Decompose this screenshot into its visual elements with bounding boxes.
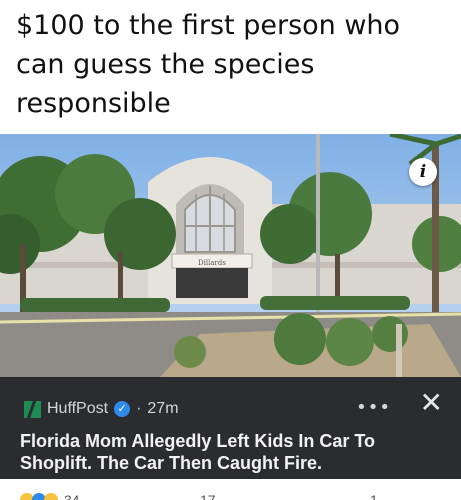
huffpost-logo-icon <box>24 400 41 418</box>
post-caption: $100 to the first person who can guess t… <box>16 10 401 119</box>
share-count[interactable]: 1 <box>370 492 378 500</box>
post-age: 27m <box>147 400 179 417</box>
more-options-icon[interactable]: ••• <box>356 397 391 418</box>
news-photo[interactable]: Dillards i <box>0 134 461 377</box>
source-name: HuffPost <box>47 400 109 417</box>
headline[interactable]: Florida Mom Allegedly Left Kids In Car T… <box>20 430 440 474</box>
reaction-count[interactable]: 34 <box>64 492 80 500</box>
source-row: HuffPost ✓ · 27m <box>24 399 179 419</box>
wow-reaction-icon[interactable] <box>44 493 58 500</box>
mall-entrance-scene: Dillards <box>0 134 461 377</box>
store-sign: Dillards <box>198 259 226 267</box>
verified-badge-icon: ✓ <box>114 401 131 417</box>
news-card[interactable]: HuffPost ✓ · 27m ••• ✕ Florida Mom Alleg… <box>0 377 461 479</box>
separator-dot: · <box>136 400 142 417</box>
comment-count[interactable]: 17 <box>200 492 216 500</box>
close-icon[interactable]: ✕ <box>420 389 443 417</box>
info-icon[interactable]: i <box>409 158 437 186</box>
reaction-bar: 34 17 1 <box>0 479 461 500</box>
